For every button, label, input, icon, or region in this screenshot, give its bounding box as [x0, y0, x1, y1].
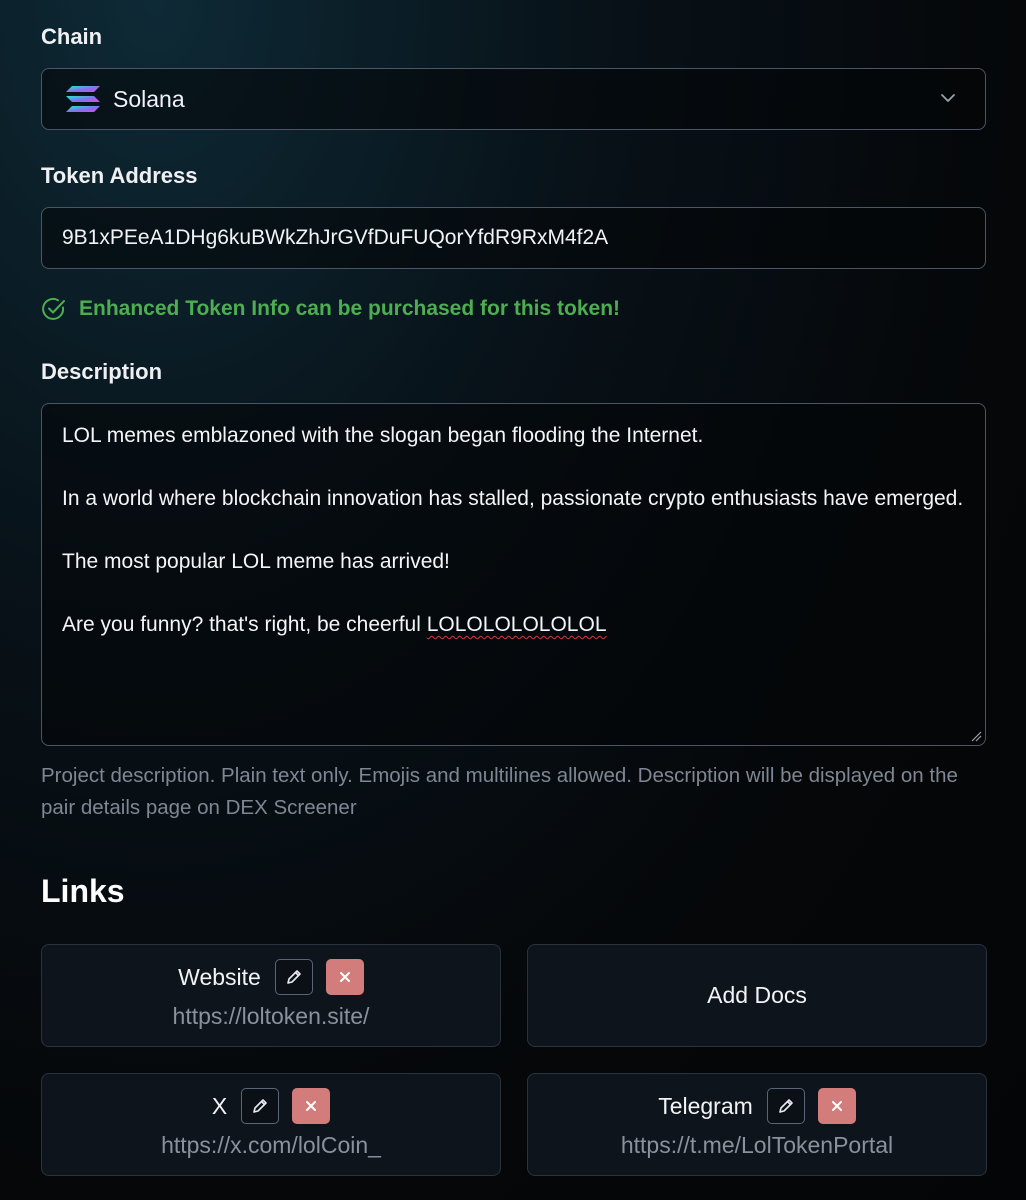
edit-link-button[interactable] [241, 1088, 280, 1124]
link-url: https://loltoken.site/ [172, 1003, 370, 1029]
token-address-label: Token Address [41, 163, 198, 188]
description-paragraph: The most popular LOL meme has arrived! [62, 550, 450, 573]
close-icon [306, 1101, 317, 1111]
pencil-icon [287, 970, 301, 984]
description-textarea[interactable]: LOL memes emblazoned with the slogan beg… [41, 403, 986, 746]
link-url: https://t.me/LolTokenPortal [620, 1132, 894, 1158]
token-address-input[interactable]: 9B1xPEeA1DHg6kuBWkZhJrGVfDuFUQorYfdR9RxM… [41, 207, 986, 269]
close-icon [339, 972, 350, 982]
edit-link-button[interactable] [274, 959, 313, 995]
description-paragraph: Are you funny? that's right, be cheerful… [62, 609, 965, 641]
delete-link-button[interactable] [292, 1088, 331, 1124]
chain-label: Chain [41, 24, 103, 49]
misspelled-word: LOLOLOLOLOLOL [426, 613, 607, 636]
pencil-icon [253, 1099, 267, 1113]
description-last-line: Are you funny? that's right, be cheerful [62, 613, 427, 636]
chain-selected-value: Solana [113, 86, 185, 112]
chevron-down-icon[interactable] [939, 89, 957, 107]
links-heading: Links [41, 873, 125, 909]
notice-text: Enhanced Token Info can be purchased for… [79, 297, 621, 320]
chain-select[interactable]: Solana [41, 68, 986, 130]
link-title: X [211, 1092, 228, 1119]
delete-link-button[interactable] [325, 959, 364, 995]
description-paragraph: In a world where blockchain innovation h… [62, 487, 964, 510]
link-url: https://x.com/lolCoin_ [161, 1132, 381, 1158]
close-icon [831, 1101, 842, 1111]
check-circle-icon [42, 297, 65, 320]
link-card-telegram: Telegram https://t.me/LolTokenPortal [527, 1073, 987, 1176]
description-help-text: Project description. Plain text only. Em… [41, 764, 958, 819]
link-title: Website [178, 963, 261, 990]
description-paragraph: LOL memes emblazoned with the slogan beg… [62, 424, 704, 447]
add-docs-button[interactable]: Add Docs [527, 944, 987, 1047]
solana-logo-icon [66, 86, 100, 112]
resize-handle-icon[interactable] [970, 730, 982, 742]
link-card-x: X https://x.com/lolCoin_ [41, 1073, 501, 1176]
enhanced-info-notice: Enhanced Token Info can be purchased for… [41, 296, 620, 322]
pencil-icon [778, 1099, 793, 1113]
description-label: Description [41, 359, 163, 384]
add-docs-label: Add Docs [707, 982, 807, 1008]
link-title: Telegram [658, 1092, 753, 1119]
edit-link-button[interactable] [766, 1088, 805, 1124]
link-card-website: Website https://loltoken.site/ [41, 944, 501, 1047]
delete-link-button[interactable] [817, 1088, 856, 1124]
